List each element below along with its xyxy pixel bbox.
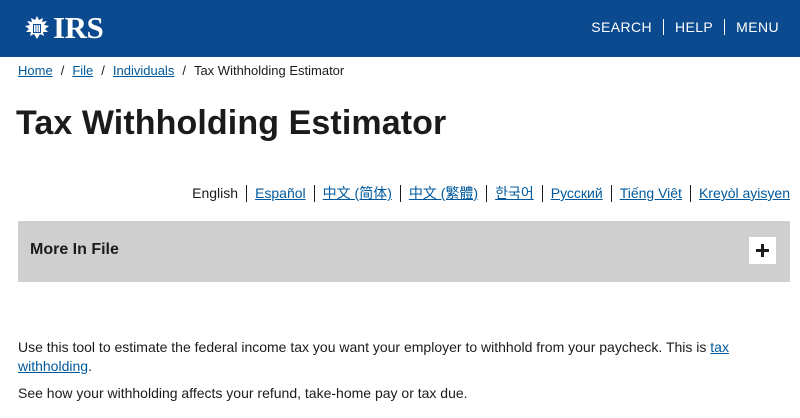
header-nav: SEARCH HELP MENU — [580, 19, 790, 35]
page-title: Tax Withholding Estimator — [16, 104, 447, 142]
language-link-korean[interactable]: 한국어 — [486, 185, 542, 202]
breadcrumb-separator: / — [101, 63, 105, 78]
menu-button[interactable]: MENU — [724, 19, 790, 35]
language-link-russian[interactable]: Русский — [541, 185, 611, 202]
language-link-spanish[interactable]: Español — [246, 185, 314, 202]
language-current: English — [192, 185, 239, 201]
breadcrumb-current: Tax Withholding Estimator — [193, 63, 345, 78]
language-link-vietnamese[interactable]: Tiếng Việt — [610, 185, 690, 202]
language-link-haitian-creole[interactable]: Kreyòl ayisyen — [689, 185, 790, 202]
accordion-title: More In File — [30, 241, 119, 258]
intro-paragraph: Use this tool to estimate the federal in… — [18, 338, 788, 376]
eagle-emblem-icon — [25, 15, 49, 39]
language-link-chinese-traditional[interactable]: 中文 (繁體) — [399, 185, 486, 202]
language-selector: English Español 中文 (简体) 中文 (繁體) 한국어 Русс… — [184, 185, 790, 202]
irs-logo[interactable]: IRS — [22, 10, 104, 45]
logo-wordmark: IRS — [53, 10, 104, 45]
breadcrumb-separator: / — [182, 63, 186, 78]
breadcrumb-separator: / — [60, 63, 65, 78]
breadcrumb-file[interactable]: File — [72, 63, 93, 78]
expand-button[interactable] — [749, 237, 776, 264]
breadcrumb: Home / File / Individuals / Tax Withhold… — [18, 63, 344, 78]
search-link[interactable]: SEARCH — [580, 19, 663, 35]
intro-text: Use this tool to estimate the federal in… — [18, 339, 711, 355]
site-header: IRS SEARCH HELP MENU — [0, 0, 800, 57]
help-link[interactable]: HELP — [662, 19, 724, 35]
withholding-summary-text: See how your withholding affects your re… — [18, 385, 468, 401]
plus-icon — [756, 244, 769, 257]
more-in-file-accordion[interactable]: More In File — [18, 221, 790, 282]
language-link-chinese-simplified[interactable]: 中文 (简体) — [313, 185, 400, 202]
breadcrumb-individuals[interactable]: Individuals — [113, 63, 174, 78]
breadcrumb-home[interactable]: Home — [18, 63, 53, 78]
intro-text-end: . — [88, 358, 92, 374]
